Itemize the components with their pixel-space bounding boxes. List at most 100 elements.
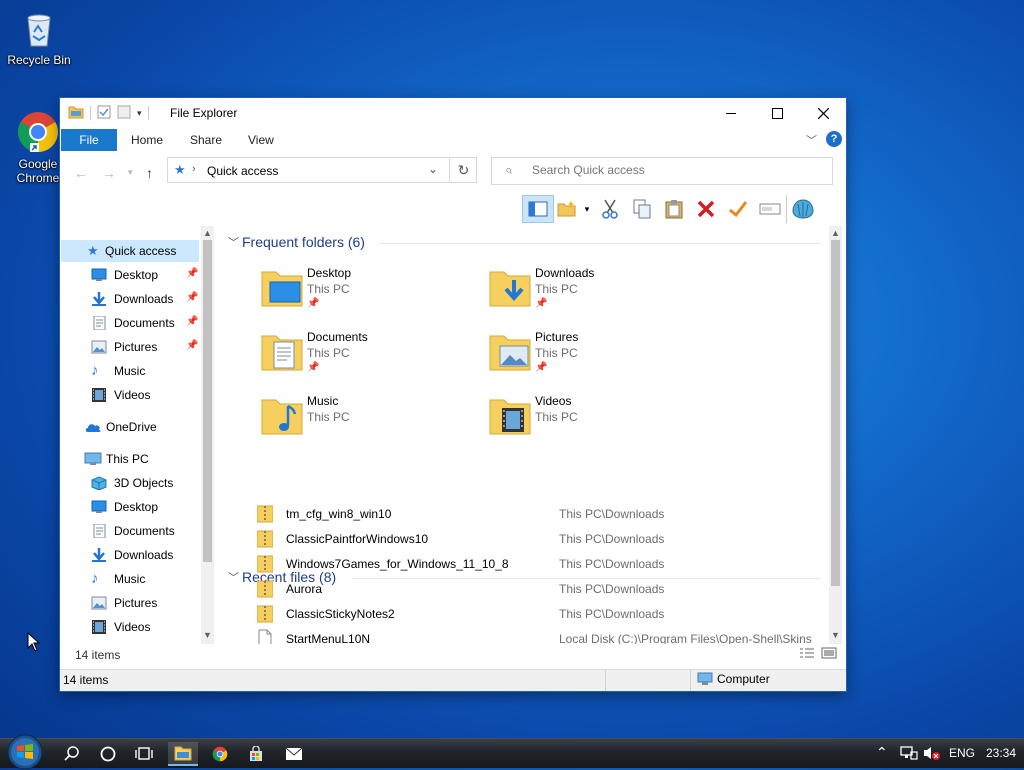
scroll-thumb[interactable] [831,240,840,586]
details-view-icon[interactable] [799,647,815,662]
frequent-folders-header[interactable]: ﹀ Frequent folders (6) [228,234,365,250]
help-button[interactable]: ? [826,131,842,147]
taskbar-file-explorer[interactable] [168,742,198,766]
copy-button[interactable] [626,195,658,223]
scroll-up-icon[interactable]: ▲ [829,228,842,238]
sidebar-item-videos[interactable]: Videos [61,616,201,638]
search-box[interactable]: ⌕ [491,157,833,185]
list-item[interactable]: ClassicPaintforWindows10 This PC\Downloa… [257,526,827,551]
view-switcher [799,647,837,662]
search-input[interactable] [530,162,824,178]
taskbar-search-button[interactable] [57,742,87,766]
list-item[interactable]: Windows7Games_for_Windows_11_10_8 This P… [257,551,827,576]
address-dropdown-chevron-icon[interactable]: ⌄ [428,162,438,176]
sidebar-item-documents-pinned[interactable]: Documents 📌 [61,312,201,334]
refresh-button[interactable]: ↻ [449,157,477,183]
scroll-down-icon[interactable]: ▼ [829,630,842,640]
classic-toolbar: ▾ [522,194,819,224]
sidebar-item-videos-quick[interactable]: Videos [61,384,201,406]
folder-tile-downloads[interactable]: Downloads This PC 📌 [488,266,708,324]
list-item[interactable]: ClassicStickyNotes2 This PC\Downloads [257,601,827,626]
customize-qat-chevron-icon[interactable]: ▾ [137,108,142,119]
breadcrumb-quick-access[interactable]: Quick access [207,164,278,178]
new-folder-icon[interactable] [117,105,131,122]
tab-view[interactable]: View [248,133,274,147]
network-icon[interactable] [900,745,918,764]
pin-icon: 📌 [307,362,320,373]
paste-icon [665,200,683,219]
clock[interactable]: 23:34 [986,746,1016,760]
preview-pane-button[interactable] [522,195,554,223]
sidebar-item-pictures[interactable]: Pictures [61,592,201,614]
properties-icon[interactable] [97,105,111,122]
minimize-button[interactable] [708,98,754,128]
start-button[interactable] [5,734,45,770]
list-item[interactable]: StartMenuL10N Local Disk (C:)\Program Fi… [257,626,827,644]
minimize-icon [726,112,736,114]
tab-home[interactable]: Home [131,133,163,147]
maximize-button[interactable] [754,98,800,128]
tab-share[interactable]: Share [190,133,222,147]
folder-tile-videos[interactable]: Videos This PC [488,394,708,452]
recent-locations-chevron-icon[interactable]: ▾ [128,167,133,178]
task-view-button[interactable] [129,742,159,766]
folder-tile-desktop[interactable]: Desktop This PC 📌 [260,266,480,324]
new-folder-button[interactable] [554,195,580,223]
sidebar-item-documents[interactable]: Documents [61,520,201,542]
address-bar[interactable]: ★ › Quick access ⌄ [167,157,477,183]
large-icons-view-icon[interactable] [821,647,837,662]
list-item[interactable]: tm_cfg_win8_win10 This PC\Downloads [257,501,827,526]
sidebar-item-3d-objects[interactable]: 3D Objects [61,472,201,494]
view-options-dropdown[interactable]: ▾ [580,195,594,223]
sidebar-item-onedrive[interactable]: OneDrive [61,416,201,438]
input-language[interactable]: ENG [949,746,975,760]
chevron-down-icon: ﹀ [228,572,239,584]
quick-access-star-icon: ★ [174,162,186,177]
list-item[interactable]: Aurora This PC\Downloads [257,576,827,601]
taskbar-chrome[interactable] [205,742,235,766]
sidebar-item-quick-access[interactable]: ★ Quick access [61,240,199,262]
rename-button[interactable] [754,195,786,223]
content-pane-scrollbar[interactable]: ▲ ▼ [829,226,842,644]
open-shell-settings-button[interactable] [786,195,819,223]
delete-button[interactable] [690,195,722,223]
desktop-folder-icon [261,271,303,307]
taskbar-store[interactable] [241,742,271,766]
forward-arrow-icon[interactable]: → [102,165,116,181]
cortana-button[interactable] [93,742,123,766]
back-arrow-icon[interactable]: ← [74,165,88,181]
sidebar-item-downloads-pinned[interactable]: Downloads 📌 [61,288,201,310]
sidebar-item-desktop[interactable]: Desktop [61,496,201,518]
scroll-down-icon[interactable]: ▼ [201,630,214,640]
recycle-bin-label: Recycle Bin [7,53,71,67]
close-button[interactable] [800,98,846,128]
sidebar-item-music[interactable]: ♪ Music [61,568,201,590]
ribbon-collapse-chevron-icon[interactable]: ﹀ [806,132,817,148]
tray-overflow-chevron-icon[interactable]: ⌃ [876,744,888,761]
status-divider [690,670,691,691]
scroll-thumb[interactable] [203,240,212,562]
desktop-icon [91,500,107,514]
taskbar-mail[interactable] [279,742,309,766]
desktop-icon-recycle-bin[interactable]: Recycle Bin [1,10,77,67]
up-arrow-icon[interactable]: ↑ [146,165,153,181]
folder-tile-pictures[interactable]: Pictures This PC 📌 [488,330,708,388]
sidebar-item-downloads[interactable]: Downloads [61,544,201,566]
zip-folder-icon [257,580,273,598]
volume-muted-icon[interactable] [923,745,941,764]
checkmark-icon [729,201,748,218]
cut-button[interactable] [594,195,626,223]
explorer-folder-icon[interactable] [68,105,84,122]
scroll-up-icon[interactable]: ▲ [201,228,214,238]
paste-button[interactable] [658,195,690,223]
properties-button[interactable] [722,195,754,223]
folder-tile-documents[interactable]: Documents This PC 📌 [260,330,480,388]
sidebar-item-this-pc[interactable]: This PC [61,448,201,470]
tab-file[interactable]: File [61,129,117,151]
sidebar-item-pictures-pinned[interactable]: Pictures 📌 [61,336,201,358]
folder-tile-music[interactable]: Music This PC [260,394,480,452]
sidebar-item-desktop-pinned[interactable]: Desktop 📌 [61,264,201,286]
sidebar-item-music-quick[interactable]: ♪ Music [61,360,201,382]
title-bar[interactable]: ▾ File Explorer [60,98,846,128]
navigation-pane-scrollbar[interactable]: ▲ ▼ [201,226,214,644]
